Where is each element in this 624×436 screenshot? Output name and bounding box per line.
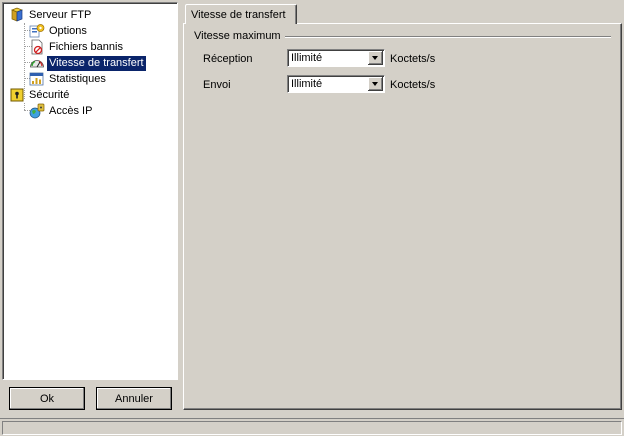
tree-node-statistics[interactable]: Statistiques — [29, 71, 108, 87]
status-bar — [0, 418, 624, 436]
options-icon — [29, 23, 45, 39]
ok-button[interactable]: Ok — [9, 387, 85, 410]
tree-node-ftp-server[interactable]: Serveur FTP — [9, 7, 93, 23]
tab-transfer-speed[interactable]: Vitesse de transfert — [185, 4, 297, 24]
tree-label: Statistiques — [49, 72, 106, 85]
tree-node-banned-files[interactable]: Fichiers bannis — [29, 39, 125, 55]
tree-node-ip-access[interactable]: Accès IP — [29, 103, 94, 119]
tree-label: Options — [49, 24, 87, 37]
send-unit: Koctets/s — [390, 79, 436, 91]
ip-access-icon — [29, 103, 45, 119]
reception-unit: Koctets/s — [390, 53, 436, 65]
server-icon — [9, 7, 25, 23]
tree-label: Sécurité — [29, 88, 70, 101]
reception-label: Réception — [203, 53, 253, 65]
group-title: Vitesse maximum — [194, 30, 285, 42]
reception-speed-select[interactable]: Illimité — [287, 49, 385, 67]
send-speed-select[interactable]: Illimité — [287, 75, 385, 93]
status-bar-panel — [2, 421, 622, 435]
tree-node-options[interactable]: Options — [29, 23, 89, 39]
chevron-down-icon[interactable] — [368, 51, 383, 65]
send-label: Envoi — [203, 79, 231, 91]
tree-node-security[interactable]: Sécurité — [9, 87, 71, 103]
send-speed-value: Illimité — [291, 78, 323, 90]
chevron-down-icon[interactable] — [368, 77, 383, 91]
lock-icon — [9, 87, 25, 103]
tree-label: Accès IP — [49, 104, 93, 117]
statistics-icon — [29, 71, 45, 87]
speedometer-icon — [29, 55, 45, 71]
tab-label: Vitesse de transfert — [191, 8, 286, 21]
settings-tree[interactable]: Serveur FTP Options Fichiers bannis Vite… — [2, 2, 178, 380]
banned-files-icon — [29, 39, 45, 55]
tree-label: Vitesse de transfert — [47, 55, 146, 71]
tree-label: Fichiers bannis — [49, 40, 123, 53]
tree-label: Serveur FTP — [29, 8, 92, 21]
tree-node-transfer-speed[interactable]: Vitesse de transfert — [29, 55, 146, 71]
cancel-button[interactable]: Annuler — [96, 387, 172, 410]
reception-speed-value: Illimité — [291, 52, 323, 64]
